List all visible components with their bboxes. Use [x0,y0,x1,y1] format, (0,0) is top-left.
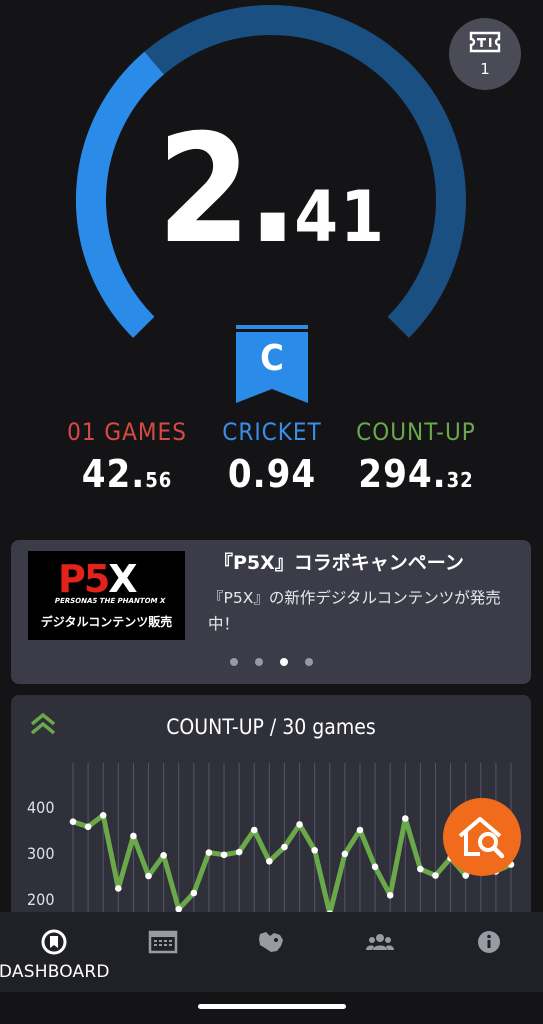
info-icon [477,931,500,953]
home-search-button[interactable] [443,798,521,876]
y-tick-label: 200 [27,890,54,909]
carousel-dot-active[interactable] [279,658,288,666]
data-point [281,843,288,851]
data-point [235,848,243,856]
nav-friends[interactable] [326,912,435,992]
flight-letter: C [260,338,284,379]
carousel-dot[interactable] [254,658,263,666]
data-point [69,818,77,826]
rating-dec: 41 [294,176,386,258]
data-point [205,849,213,856]
p5x-logo: P5X [58,557,138,601]
nav-calendar[interactable] [109,912,218,992]
data-point [432,872,439,879]
data-point [130,832,137,840]
data-point [145,872,152,880]
bottom-nav: DASHBOARD [0,912,543,992]
data-point [115,885,122,892]
chart-title: COUNT-UP / 30 games [166,715,376,739]
data-point [417,865,424,873]
ticket-count: 1 [480,60,490,78]
campaign-description: 『P5X』の新作デジタルコンテンツが発売中！ [208,589,501,633]
stat-count-up-label: COUNT-UP [356,418,476,446]
stat-count-up[interactable]: COUNT-UP 294.32 [326,418,506,496]
friends-icon [366,934,395,950]
home-indicator [0,992,543,1024]
data-point [99,811,107,819]
data-point [371,863,379,871]
campaign-image[interactable]: P5X PERSONA5 THE PHANTOM X デジタルコンテンツ販売 [28,551,185,640]
data-point [266,857,273,865]
campaign-image-caption: デジタルコンテンツ販売 [40,615,173,629]
home-search-icon [458,817,505,859]
ticket-button[interactable]: 1 [449,18,521,90]
campaign-title: 『P5X』コラボキャンペーン [214,552,464,574]
stat-count-up-value: 294.32 [358,452,474,496]
y-tick-label: 400 [27,798,54,817]
data-point [220,851,228,859]
data-point [84,823,92,831]
calendar-icon [148,930,178,954]
campaign-banner[interactable]: P5X PERSONA5 THE PHANTOM X デジタルコンテンツ販売 『… [11,540,531,684]
data-point [386,892,394,899]
nav-dashboard-label: DASHBOARD [0,962,110,982]
rating-int: 2. [157,103,298,277]
data-point [190,889,198,897]
ticket-icon [469,31,501,53]
data-point [311,846,318,854]
nav-info[interactable] [434,912,543,992]
p5x-subtitle: PERSONA5 THE PHANTOM X [53,597,167,605]
nav-dashboard[interactable]: DASHBOARD [0,912,109,992]
dashboard-gauge-icon [41,929,67,955]
data-point [401,815,409,822]
carousel-dot[interactable] [304,658,313,666]
nav-map[interactable] [217,912,326,992]
map-icon [259,932,284,952]
data-point [356,826,364,834]
data-point [341,850,349,858]
rating-value: 2.41 [0,110,543,270]
data-point [296,821,303,828]
carousel-dot[interactable] [229,658,238,666]
data-point [160,852,167,859]
carousel-dots [11,658,531,666]
data-point [250,826,258,834]
y-tick-label: 300 [27,844,54,863]
